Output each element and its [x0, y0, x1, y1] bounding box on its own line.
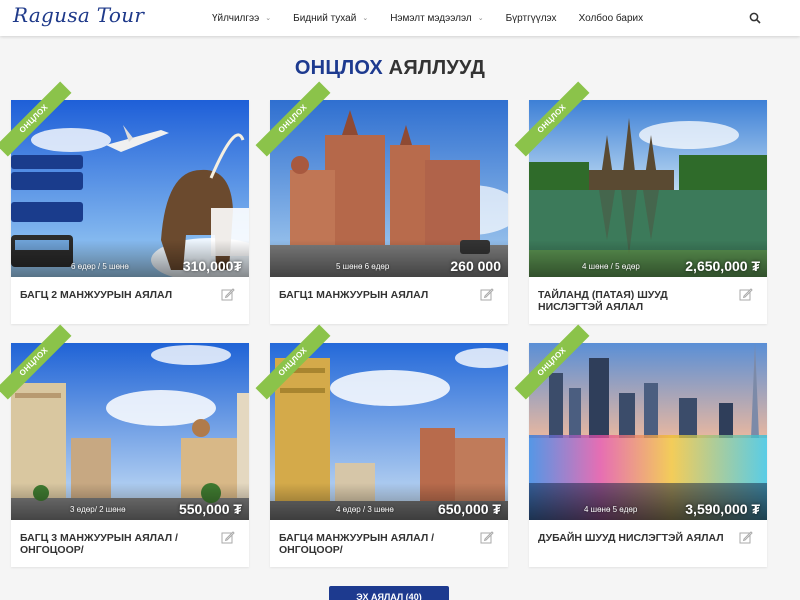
chevron-down-icon: ⌄: [477, 15, 484, 22]
section-title: ОНЦЛОХ АЯЛЛУУД: [0, 57, 780, 80]
tour-title[interactable]: ДУБАЙН ШУУД НИСЛЭГТЭЙ АЯЛАЛ: [538, 532, 728, 544]
nav-item-about[interactable]: Бидний тухай ⌄: [293, 13, 368, 24]
tour-title[interactable]: БАГЦ4 МАНЖУУРЫН АЯЛАЛ / ОНГОЦООР/: [279, 532, 469, 556]
tour-title[interactable]: БАГЦ 3 МАНЖУУРЫН АЯЛАЛ / ОНГОЦООР/: [20, 532, 210, 556]
top-navbar: Ragusa Tour Үйлчилгээ ⌄ Бидний тухай ⌄ Н…: [0, 0, 800, 36]
nav-item-register[interactable]: Бүртгүүлэх: [506, 13, 557, 24]
chevron-down-icon: ⌄: [265, 15, 272, 22]
nav-item-label: Үйлчилгээ: [212, 12, 260, 24]
tour-title[interactable]: ТАЙЛАНД (ПАТАЯ) ШУУД НИСЛЭГТЭЙ АЯЛАЛ: [538, 289, 728, 313]
search-icon[interactable]: [749, 12, 761, 24]
tour-title[interactable]: БАГЦ 2 МАНЖУУРЫН АЯЛАЛ: [20, 289, 210, 301]
tour-card[interactable]: ОНЦЛОХ 5 шөнө 6 өдөр 260 000 БАГЦ1 МАНЖУ…: [255, 81, 508, 324]
nav-item-info[interactable]: Нэмэлт мэдээлэл ⌄: [390, 13, 483, 24]
nav-item-label: Бидний тухай: [293, 12, 357, 24]
section-title-accent: ОНЦЛОХ: [294, 57, 383, 79]
tour-title[interactable]: БАГЦ1 МАНЖУУРЫН АЯЛАЛ: [279, 289, 469, 301]
edit-icon[interactable]: [480, 287, 494, 301]
section-title-rest: АЯЛЛУУД: [388, 57, 486, 79]
chevron-down-icon: ⌄: [362, 15, 369, 22]
tour-price: 310,000₮: [182, 258, 242, 274]
tour-card[interactable]: ОНЦЛОХ 4 өдөр / 3 шөнө 650,000 ₮ БАГЦ4 М…: [255, 324, 508, 567]
nav-item-services[interactable]: Үйлчилгээ ⌄: [212, 13, 271, 24]
tour-card[interactable]: ОНЦЛОХ 3 өдөр/ 2 шөнө 550,000 ₮ БАГЦ 3 М…: [0, 324, 249, 567]
site-logo[interactable]: Ragusa Tour: [13, 3, 144, 27]
nav-item-contact[interactable]: Холбоо барих: [579, 13, 644, 24]
tour-card[interactable]: ОНЦЛОХ 6 өдөр / 5 шөнө 310,000₮ БАГЦ 2 М…: [0, 81, 249, 324]
tour-price: 550,000 ₮: [178, 501, 242, 517]
tour-price: 260 000: [450, 258, 501, 274]
tour-card[interactable]: ОНЦЛОХ 4 шөнө 5 өдөр 3,590,000 ₮ ДУБАЙН …: [514, 324, 767, 567]
nav-item-label: Холбоо барих: [578, 12, 644, 24]
tour-card[interactable]: ОНЦЛОХ 4 шөнө / 5 өдөр 2,650,000 ₮ ТАЙЛА…: [514, 81, 767, 324]
tour-price: 3,590,000 ₮: [685, 501, 760, 517]
edit-icon[interactable]: [221, 530, 235, 544]
nav-item-label: Бүртгүүлэх: [505, 12, 557, 24]
tour-price: 650,000 ₮: [437, 501, 501, 517]
all-tours-button[interactable]: ЭХ АЯЛАЛ (40): [329, 586, 449, 600]
edit-icon[interactable]: [480, 530, 494, 544]
edit-icon[interactable]: [739, 287, 753, 301]
main-nav: Үйлчилгээ ⌄ Бидний тухай ⌄ Нэмэлт мэдээл…: [212, 0, 665, 36]
tour-price: 2,650,000 ₮: [685, 258, 760, 274]
edit-icon[interactable]: [739, 530, 753, 544]
edit-icon[interactable]: [221, 287, 235, 301]
nav-item-label: Нэмэлт мэдээлэл: [390, 12, 472, 24]
